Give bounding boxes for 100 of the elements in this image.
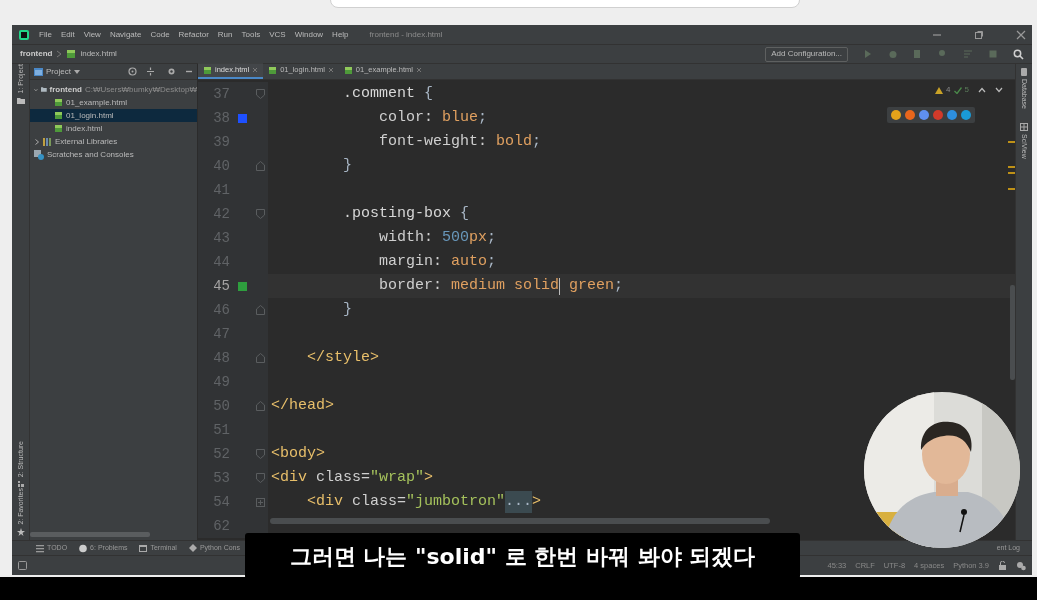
close-icon[interactable]	[415, 67, 422, 73]
fold-icon[interactable]	[255, 449, 265, 459]
fold-icon[interactable]	[255, 401, 265, 411]
menu-item[interactable]: Help	[332, 28, 349, 41]
browser-icon[interactable]	[961, 110, 971, 120]
code-line: font-weight: bold;	[378, 131, 542, 152]
menu-item[interactable]: View	[83, 28, 101, 41]
menu-item[interactable]: Run	[217, 28, 233, 41]
tree-item[interactable]: Scratches and Consoles	[30, 148, 197, 161]
menu-item[interactable]: File	[39, 28, 52, 41]
check-icon[interactable]	[953, 86, 962, 94]
browser-icon[interactable]	[947, 110, 957, 120]
problem-icon	[79, 543, 88, 553]
code-line: </head>	[271, 395, 334, 416]
browser-icon[interactable]	[891, 110, 901, 120]
settings-icon[interactable]	[167, 67, 176, 76]
code-line: color: blue;	[378, 107, 488, 128]
run-icon[interactable]	[863, 49, 873, 59]
folder-icon	[16, 96, 25, 104]
database-icon	[1020, 68, 1028, 76]
tree-item[interactable]: 01_login.html	[30, 109, 197, 122]
fold-icon[interactable]	[255, 209, 265, 219]
tree-item[interactable]: External Libraries	[30, 135, 197, 148]
search-icon[interactable]	[1013, 48, 1024, 60]
locate-icon[interactable]	[128, 67, 137, 76]
code-line: width: 500px;	[378, 227, 497, 248]
html-file-icon	[54, 124, 63, 133]
fold-icon[interactable]	[255, 305, 265, 315]
fold-icon[interactable]	[255, 473, 265, 483]
html-file-icon	[66, 49, 77, 59]
collapse-icon[interactable]	[146, 67, 155, 76]
breadcrumb-item[interactable]: frontend	[20, 48, 53, 60]
python-icon	[188, 543, 197, 553]
fold-icon[interactable]	[255, 89, 265, 99]
menu-item[interactable]: Navigate	[109, 28, 142, 41]
browser-icon[interactable]	[919, 110, 929, 120]
dropdown-icon[interactable]	[73, 69, 80, 74]
menu-item[interactable]: Tools	[241, 28, 261, 41]
unfold-icon[interactable]	[255, 497, 265, 507]
terminal-icon	[139, 543, 148, 553]
vertical-scrollbar[interactable]	[1010, 285, 1015, 380]
scroll-marker	[1008, 166, 1015, 168]
warning-icon[interactable]	[935, 86, 944, 94]
text-caret	[559, 277, 561, 295]
chevron-icon	[56, 50, 63, 58]
horizontal-scrollbar[interactable]	[30, 532, 150, 537]
menu-item[interactable]: VCS	[269, 28, 286, 41]
layout-icon[interactable]	[18, 561, 27, 570]
code-line: .comment {	[342, 83, 434, 104]
tree-item[interactable]: frontend C:₩Users₩bumky₩Desktop₩	[30, 83, 197, 96]
list-icon	[36, 543, 44, 553]
restore-icon[interactable]	[974, 29, 984, 40]
warning-count[interactable]: 4	[946, 84, 951, 96]
panel-title[interactable]: Project	[46, 65, 71, 78]
menu-item[interactable]: Code	[150, 28, 170, 41]
scroll-marker	[1008, 141, 1015, 143]
memory-icon[interactable]	[1016, 560, 1026, 571]
html-file-icon	[54, 111, 63, 120]
tree-item[interactable]: index.html	[30, 122, 197, 135]
menu-item[interactable]: Window	[294, 28, 324, 41]
close-icon[interactable]	[327, 67, 334, 73]
debug-icon[interactable]	[888, 49, 898, 59]
breadcrumb-item[interactable]: index.html	[80, 48, 117, 60]
code-line: }	[342, 155, 352, 176]
html-file-icon	[203, 65, 212, 75]
code-line: </style>	[306, 347, 380, 368]
code-line: border: medium solid green;	[378, 275, 624, 297]
code-line: }	[342, 299, 352, 320]
folder-icon	[40, 86, 47, 93]
code-line: .posting-box {	[342, 203, 470, 224]
horizontal-scrollbar[interactable]	[270, 518, 770, 524]
browser-icon[interactable]	[905, 110, 915, 120]
coverage-icon[interactable]	[913, 49, 923, 59]
fold-icon[interactable]	[255, 161, 265, 171]
scratch-icon	[34, 149, 44, 160]
scroll-marker	[1008, 188, 1015, 190]
tree-item[interactable]: 01_example.html	[30, 96, 197, 109]
panel-icon	[34, 67, 43, 76]
close-icon[interactable]	[252, 67, 259, 73]
subtitle: 그러면 나는 "solid" 로 한번 바꿔 봐야 되겠다	[245, 533, 800, 579]
close-icon[interactable]	[1016, 29, 1026, 40]
library-icon	[43, 137, 52, 146]
profile-icon[interactable]	[938, 49, 948, 59]
menu-item[interactable]: Edit	[60, 28, 75, 41]
code-line: <body>	[271, 443, 325, 464]
menu-item[interactable]: Refactor	[178, 28, 209, 41]
lock-icon[interactable]	[998, 561, 1007, 570]
html-file-icon	[268, 65, 278, 75]
code-line: margin: auto;	[378, 251, 497, 272]
browser-icon[interactable]	[933, 110, 943, 120]
fold-icon[interactable]	[255, 353, 265, 363]
star-icon	[16, 528, 25, 536]
check-count[interactable]: 5	[964, 84, 969, 96]
code-line: <div class="wrap">	[271, 467, 434, 488]
run-configuration-button[interactable]: Add Configuration...	[765, 46, 848, 62]
scroll-marker	[1008, 172, 1015, 174]
code-line: <div class="jumbotron"...>	[271, 490, 542, 514]
grid-icon	[1020, 122, 1028, 131]
line-number: 45	[212, 276, 230, 296]
stop-icon[interactable]	[988, 49, 998, 59]
